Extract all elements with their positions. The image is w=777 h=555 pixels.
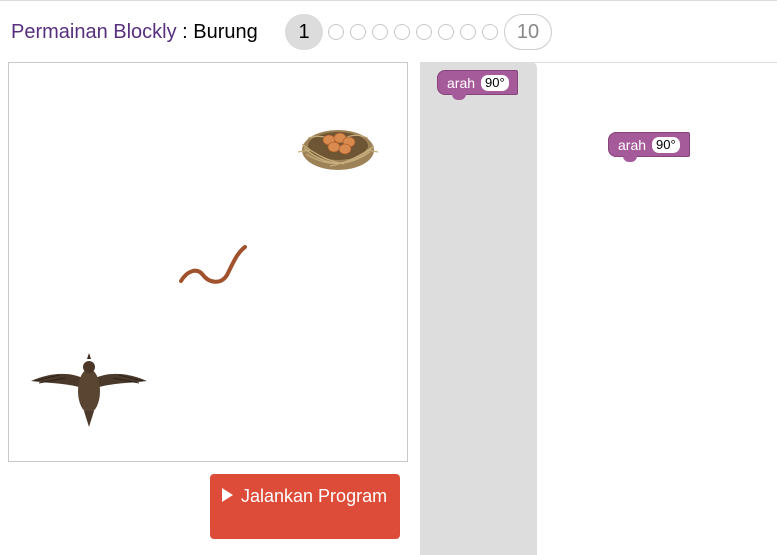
level-dot[interactable]: [372, 24, 388, 40]
block-label: arah: [447, 74, 476, 91]
level-dot[interactable]: [460, 24, 476, 40]
game-canvas: [8, 62, 408, 462]
play-icon: [222, 488, 233, 502]
nest-with-eggs-icon: [297, 130, 379, 170]
level-dot[interactable]: [394, 24, 410, 40]
level-selector: 1 10: [285, 14, 552, 50]
level-dot[interactable]: [416, 24, 432, 40]
level-dot[interactable]: [438, 24, 454, 40]
level-dot[interactable]: [482, 24, 498, 40]
toolbox-heading-block[interactable]: arah 90°: [437, 70, 518, 100]
level-current[interactable]: 1: [285, 14, 323, 50]
run-program-button[interactable]: Jalankan Program: [210, 474, 400, 539]
block-toolbox: [420, 62, 537, 555]
title-separator: :: [176, 21, 194, 43]
bird-icon: [31, 353, 147, 427]
page-title: Permainan Blockly : Burung: [11, 19, 258, 45]
worm-icon: [179, 245, 247, 284]
run-button-label: Jalankan Program: [241, 486, 388, 506]
level-dot[interactable]: [328, 24, 344, 40]
top-divider: [0, 0, 777, 1]
app-title-link[interactable]: Permainan Blockly: [11, 21, 177, 43]
level-dot[interactable]: [350, 24, 366, 40]
block-label: arah: [618, 136, 647, 153]
level-last[interactable]: 10: [504, 14, 552, 50]
block-angle-field[interactable]: 90°: [481, 74, 509, 91]
block-notch: [623, 156, 637, 162]
game-title: Burung: [193, 21, 258, 43]
workspace-heading-block[interactable]: arah 90°: [608, 132, 690, 162]
block-angle-field[interactable]: 90°: [652, 136, 680, 153]
